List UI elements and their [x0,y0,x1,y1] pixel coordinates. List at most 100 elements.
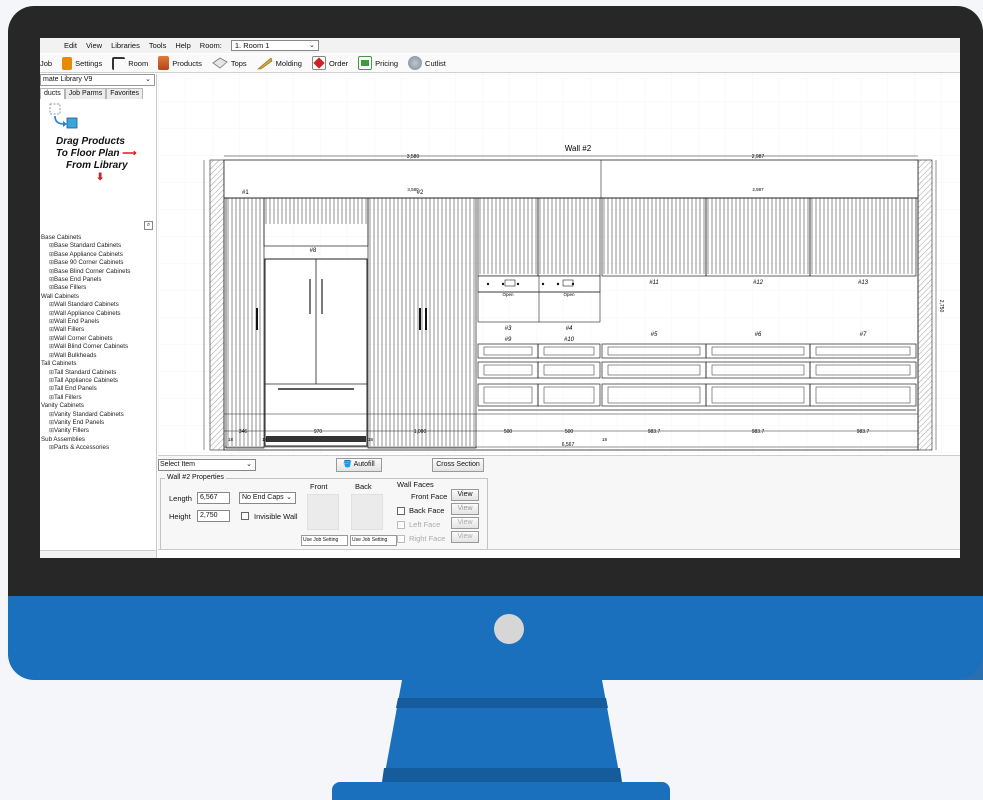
select-item-dropdown[interactable]: Select Item ⌄ [158,459,256,471]
tree-item[interactable]: Tall End Panels [40,385,156,393]
dim-label: 2,987 [752,187,764,192]
toolbar-order-label: Order [328,58,349,68]
room-select[interactable]: 1. Room 1 ⌄ [230,40,319,51]
dim-label: 6,567 [562,442,575,448]
toolbar-job[interactable]: Job [40,59,52,68]
toolbar-settings[interactable]: Settings [62,56,103,70]
toolbar-molding-label: Molding [275,58,302,68]
tree-category[interactable]: Vanity Cabinets [40,402,156,410]
menu-view[interactable]: View [86,41,102,50]
tree-item[interactable]: Wall Standard Cabinets [40,301,156,309]
toolbar-room-label: Room [128,58,149,68]
tree-item[interactable]: Wall Appliance Cabinets [40,310,156,318]
toolbar-room[interactable]: Room [112,56,149,70]
tab-job-parms[interactable]: Job Parms [64,88,107,99]
fridge-grille [266,436,366,442]
tree-item[interactable]: Wall End Panels [40,318,156,326]
back-material-swatch[interactable] [351,494,383,530]
height-input[interactable]: 2,750 [197,510,230,522]
elevation-canvas[interactable]: Wall #2 3,580 2,987 3,580 2,987 #1 #8 #2 Open Ope… [158,74,960,456]
toolbar-order[interactable]: Order [311,56,349,70]
toolbar-products[interactable]: Products [158,56,202,70]
drag-hint: Drag Products To Floor Plan ⟶ From Libra… [40,100,156,220]
back-face-view-button[interactable]: View [451,503,479,515]
dim-label: 500 [504,429,513,435]
cabinet-label: #11 [649,280,659,286]
tree-item[interactable]: Base Standard Cabinets [40,242,156,250]
status-bar [158,549,960,558]
menu-tools[interactable]: Tools [149,41,167,50]
toolbar-cutlist[interactable]: Cutlist [408,56,446,70]
tree-item[interactable]: Base Appliance Cabinets [40,251,156,259]
open-label: Open [563,292,575,297]
tree-category[interactable]: Sub Assemblies [40,436,156,444]
toolbar-settings-label: Settings [75,58,103,68]
tree-item[interactable]: Wall Bulkheads [40,352,156,360]
pricing-icon [358,56,373,70]
tree-item[interactable]: Vanity Fillers [40,427,156,435]
end-caps-select[interactable]: No End Caps ⌄ [239,492,296,504]
front-material-value: Use Job Setting [303,537,339,543]
toolbar-pricing[interactable]: Pricing [358,56,398,70]
tree-item[interactable]: Base 90 Corner Cabinets [40,259,156,267]
power-dot [494,614,524,644]
bulkhead [223,159,919,199]
library-tabs: ducts Job Parms Favorites [40,88,143,99]
main-toolbar: Job Settings Room Products Tops Molding … [40,54,960,73]
front-face-view-button[interactable]: View [451,489,479,501]
handle-icon [419,308,421,330]
autofill-button[interactable]: 🪣 Autofill [336,458,382,472]
cabinet-label: #9 [505,337,512,343]
left-face-view-button[interactable]: View [451,517,479,529]
right-face-checkbox[interactable] [397,535,405,543]
menu-libraries[interactable]: Libraries [111,41,140,50]
tree-item[interactable]: Wall Blind Corner Cabinets [40,343,156,351]
drag-line-1: Drag Products [56,136,125,147]
tree-item[interactable]: Tall Fillers [40,394,156,402]
tree-item[interactable]: Wall Fillers [40,326,156,334]
properties-panel: Select Item ⌄ 🪣 Autofill Cross Section Wa… [158,456,960,558]
back-face-checkbox[interactable] [397,507,405,515]
left-face-checkbox[interactable] [397,521,405,529]
tree-category[interactable]: Wall Cabinets [40,293,156,301]
library-select[interactable]: mate Library V9 ⌄ [40,74,155,86]
tree-category[interactable]: Tall Cabinets [40,360,156,368]
menu-edit[interactable]: Edit [64,41,77,50]
front-material-swatch[interactable] [307,494,339,530]
tree-category[interactable]: Base Cabinets [40,234,156,242]
back-material-value: Use Job Setting [352,537,388,543]
wall-faces-title: Wall Faces [397,480,434,489]
tops-icon [212,57,228,69]
right-face-view-button[interactable]: View [451,531,479,543]
front-face-view-label: View [457,491,473,498]
arrow-down-icon: ⬇ [96,172,105,183]
handle-icon [256,308,258,330]
tab-products[interactable]: ducts [40,88,65,99]
cabinet-label: #3 [505,326,512,332]
dim-label: 983.7 [752,429,765,435]
search-icon[interactable]: ⌕ [144,221,153,230]
toolbar-molding[interactable]: Molding [256,56,302,70]
tree-item[interactable]: Parts & Accessories [40,444,156,452]
tree-item[interactable]: Base Fillers [40,284,156,292]
tree-item[interactable]: Tall Standard Cabinets [40,369,156,377]
invisible-wall-checkbox[interactable] [241,512,249,520]
tab-favorites[interactable]: Favorites [106,88,143,99]
tree-item[interactable]: Tall Appliance Cabinets [40,377,156,385]
length-input[interactable]: 6,567 [197,492,230,504]
menu-help[interactable]: Help [175,41,190,50]
library-panel-footer [40,550,156,558]
tree-item[interactable]: Vanity Standard Cabinets [40,411,156,419]
front-material-select[interactable]: Use Job Setting [301,535,348,546]
tree-item[interactable]: Wall Corner Cabinets [40,335,156,343]
cross-section-button[interactable]: Cross Section [432,458,484,472]
tree-item[interactable]: Base Blind Corner Cabinets [40,268,156,276]
tree-item[interactable]: Base End Panels [40,276,156,284]
dim-label: 2,987 [752,154,765,160]
wall-elevation-drawing[interactable]: Wall #23,580 2,9873,580 2,987#1#8#2Open Ope… [158,74,960,456]
end-caps-value: No End Caps [242,494,284,501]
dim-label: 18 [602,437,608,442]
toolbar-tops[interactable]: Tops [212,57,247,69]
back-material-select[interactable]: Use Job Setting [350,535,397,546]
tree-item[interactable]: Vanity End Panels [40,419,156,427]
